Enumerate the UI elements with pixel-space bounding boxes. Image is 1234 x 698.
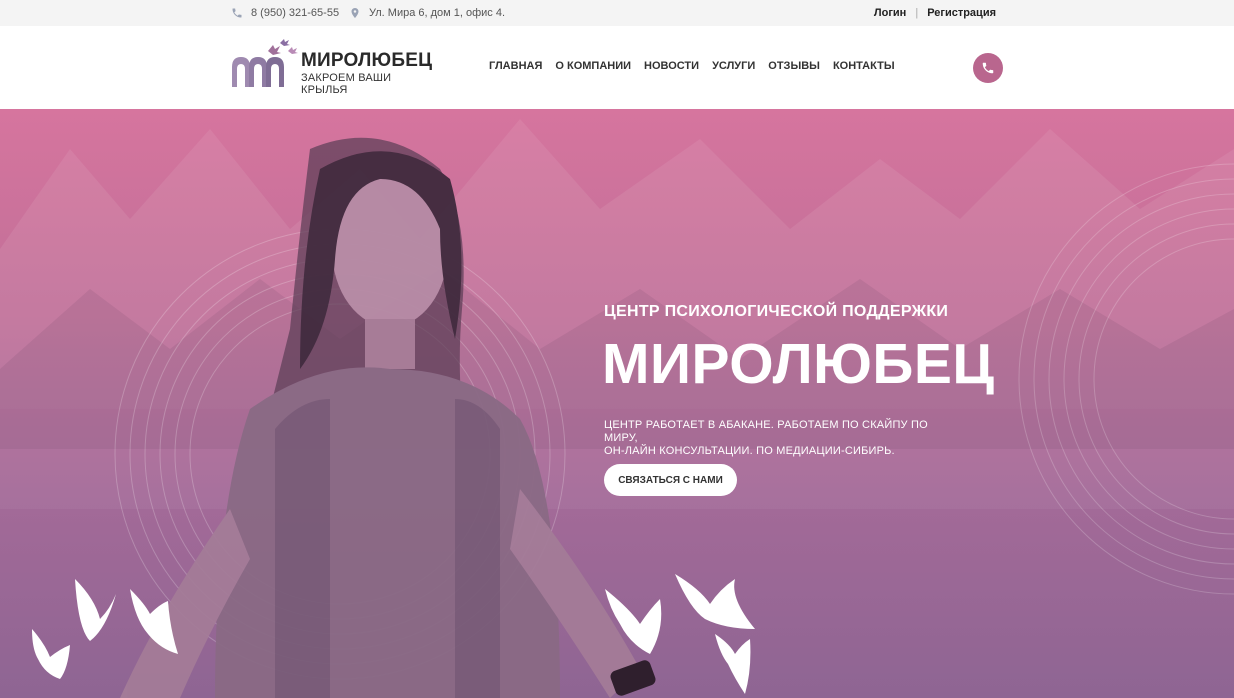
nav-item-about[interactable]: О КОМПАНИИ <box>555 60 631 72</box>
hero-background <box>0 119 1234 698</box>
auth-separator: | <box>915 7 919 19</box>
hero-section: ЦЕНТР ПСИХОЛОГИЧЕСКОЙ ПОДДЕРЖКИ МИРОЛЮБЕ… <box>0 109 1234 698</box>
site-header: МИРОЛЮБЕЦ ЗАКРОЕМ ВАШИ КРЫЛЬЯ ГЛАВНАЯ О … <box>0 26 1234 109</box>
contact-us-button[interactable]: СВЯЗАТЬСЯ С НАМИ <box>604 464 737 496</box>
location-pin-icon <box>351 8 359 18</box>
nav-item-reviews[interactable]: ОТЗЫВЫ <box>768 60 820 72</box>
hero-description-line-1: ЦЕНТР РАБОТАЕТ В АБАКАНЕ. РАБОТАЕМ ПО СК… <box>604 419 928 444</box>
hero-title: МИРОЛЮБЕЦ <box>602 332 995 396</box>
hero-description-line-2: ОН-ЛАЙН КОНСУЛЬТАЦИИ. ПО МЕДИАЦИИ-СИБИРЬ… <box>604 445 895 457</box>
topbar-address: Ул. Мира 6, дом 1, офис 4. <box>349 7 505 19</box>
logo-subtitle: ЗАКРОЕМ ВАШИ КРЫЛЬЯ <box>301 72 392 96</box>
register-link[interactable]: Регистрация <box>927 7 996 19</box>
topbar-address-text: Ул. Мира 6, дом 1, офис 4. <box>369 7 506 19</box>
top-bar: 8 (950) 321-65-55 Ул. Мира 6, дом 1, офи… <box>0 0 1234 26</box>
topbar-phone-text: 8 (950) 321-65-55 <box>251 7 340 19</box>
main-nav: ГЛАВНАЯ О КОМПАНИИ НОВОСТИ УСЛУГИ ОТЗЫВЫ… <box>489 60 895 72</box>
nav-item-home[interactable]: ГЛАВНАЯ <box>489 60 542 72</box>
logo-title: МИРОЛЮБЕЦ <box>301 50 433 71</box>
auth-links: Логин | Регистрация <box>874 7 996 19</box>
logo[interactable]: МИРОЛЮБЕЦ ЗАКРОЕМ ВАШИ КРЫЛЬЯ <box>230 37 440 96</box>
call-button[interactable] <box>973 53 1003 83</box>
hero-description: ЦЕНТР РАБОТАЕТ В АБАКАНЕ. РАБОТАЕМ ПО СК… <box>604 419 964 458</box>
topbar-phone[interactable]: 8 (950) 321-65-55 <box>231 7 339 19</box>
logo-mark-icon <box>232 39 298 87</box>
nav-item-news[interactable]: НОВОСТИ <box>644 60 699 72</box>
hero-subtitle: ЦЕНТР ПСИХОЛОГИЧЕСКОЙ ПОДДЕРЖКИ <box>604 303 949 320</box>
phone-icon <box>982 62 994 74</box>
login-link[interactable]: Логин <box>874 7 906 19</box>
phone-icon <box>232 8 242 18</box>
nav-item-services[interactable]: УСЛУГИ <box>712 60 755 72</box>
nav-item-contacts[interactable]: КОНТАКТЫ <box>833 60 895 72</box>
